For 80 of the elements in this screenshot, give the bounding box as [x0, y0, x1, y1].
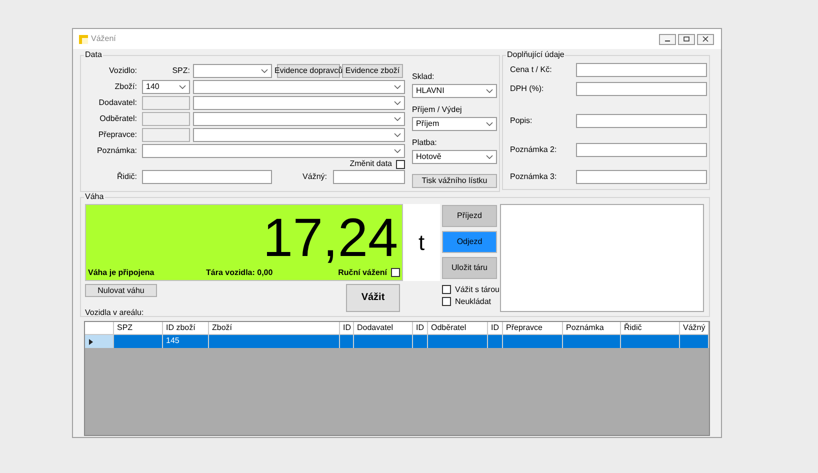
- status-text: Váha je připojena: [88, 268, 156, 276]
- field-label: Poznámka 2:: [510, 146, 558, 154]
- field-label: Poznámka 3:: [510, 173, 558, 181]
- app-icon: [79, 34, 88, 44]
- window-title: Vážení: [91, 33, 116, 45]
- field-label: Platba:: [412, 139, 438, 147]
- action-button[interactable]: Uložit táru: [442, 257, 497, 279]
- chevron-down-icon: [394, 101, 401, 105]
- unit-text: t: [418, 232, 425, 254]
- field-label: Dodavatel:: [98, 99, 137, 107]
- section-label: Vozidla v areálu:: [85, 309, 145, 317]
- field-label: Vážný:: [302, 173, 327, 181]
- input-field[interactable]: [142, 96, 190, 110]
- table-row[interactable]: 145: [85, 335, 709, 348]
- button[interactable]: Evidence zboží: [342, 64, 403, 78]
- row-pointer-icon: [89, 338, 93, 344]
- maximize-button[interactable]: [678, 34, 695, 44]
- combo-box[interactable]: [193, 128, 405, 142]
- chevron-down-icon: [261, 69, 268, 73]
- combo-box[interactable]: 140: [142, 80, 190, 94]
- combo-box[interactable]: [193, 96, 405, 110]
- chevron-down-icon: [486, 89, 493, 93]
- button[interactable]: Vážit: [346, 284, 400, 312]
- field-label: Sklad:: [412, 73, 436, 81]
- checkbox[interactable]: [396, 160, 405, 168]
- button[interactable]: Tisk vážního lístku: [412, 174, 497, 188]
- field-label: Zboží:: [114, 83, 137, 91]
- chevron-down-icon: [486, 122, 493, 126]
- group-title: Váha: [84, 193, 105, 201]
- input-field[interactable]: [576, 170, 707, 184]
- close-icon: [702, 36, 709, 42]
- checkbox[interactable]: [391, 268, 400, 277]
- action-button[interactable]: Odjezd: [442, 231, 497, 253]
- combo-box[interactable]: HLAVNI: [412, 84, 497, 98]
- field-label: Odběratel:: [98, 115, 137, 123]
- chevron-down-icon: [394, 133, 401, 137]
- field-label: Vážit s tárou: [455, 286, 500, 294]
- minimize-button[interactable]: [659, 34, 676, 44]
- weight-reading: 17,24: [262, 211, 399, 265]
- field-label: Vozidlo:: [108, 67, 137, 75]
- tare-text: Tára vozidla: 0,00: [206, 268, 273, 276]
- button[interactable]: Evidence dopravců: [277, 64, 340, 78]
- action-button[interactable]: Příjezd: [442, 205, 497, 227]
- field-label: Řidič:: [116, 173, 137, 181]
- close-button[interactable]: [697, 34, 714, 44]
- button[interactable]: Nulovat váhu: [85, 284, 157, 297]
- input-field[interactable]: [576, 63, 707, 77]
- combo-box[interactable]: [193, 64, 272, 78]
- combo-box[interactable]: Příjem: [412, 117, 497, 131]
- input-field[interactable]: [142, 170, 272, 184]
- combo-box[interactable]: Hotově: [412, 150, 497, 164]
- field-label: Ruční vážení: [338, 268, 387, 276]
- checkbox[interactable]: [442, 297, 451, 306]
- field-label: SPZ:: [171, 67, 190, 75]
- field-label: Poznámka:: [96, 147, 137, 155]
- group-title: Data: [84, 51, 103, 59]
- field-label: Přepravce:: [97, 131, 137, 139]
- input-field[interactable]: [576, 143, 707, 157]
- field-label: Neukládat: [455, 298, 492, 306]
- chevron-down-icon: [394, 85, 401, 89]
- field-label: Změnit data: [350, 160, 392, 168]
- combo-box[interactable]: [193, 80, 405, 94]
- chevron-down-icon: [486, 155, 493, 159]
- field-label: DPH (%):: [510, 85, 545, 93]
- input-field[interactable]: [576, 114, 707, 128]
- maximize-icon: [683, 36, 690, 42]
- input-field[interactable]: [333, 170, 405, 184]
- chevron-down-icon: [179, 85, 186, 89]
- table-cell: 145: [163, 335, 209, 348]
- combo-box[interactable]: [193, 112, 405, 126]
- input-field[interactable]: [142, 128, 190, 142]
- chevron-down-icon: [394, 149, 401, 153]
- chevron-down-icon: [394, 117, 401, 121]
- field-label: Příjem / Výdej: [412, 106, 463, 114]
- group-title: Doplňující údaje: [506, 51, 566, 59]
- input-field[interactable]: [142, 112, 190, 126]
- checkbox[interactable]: [442, 285, 451, 294]
- field-label: Cena t / Kč:: [510, 66, 553, 74]
- input-field[interactable]: [576, 82, 707, 96]
- field-label: Popis:: [510, 117, 534, 125]
